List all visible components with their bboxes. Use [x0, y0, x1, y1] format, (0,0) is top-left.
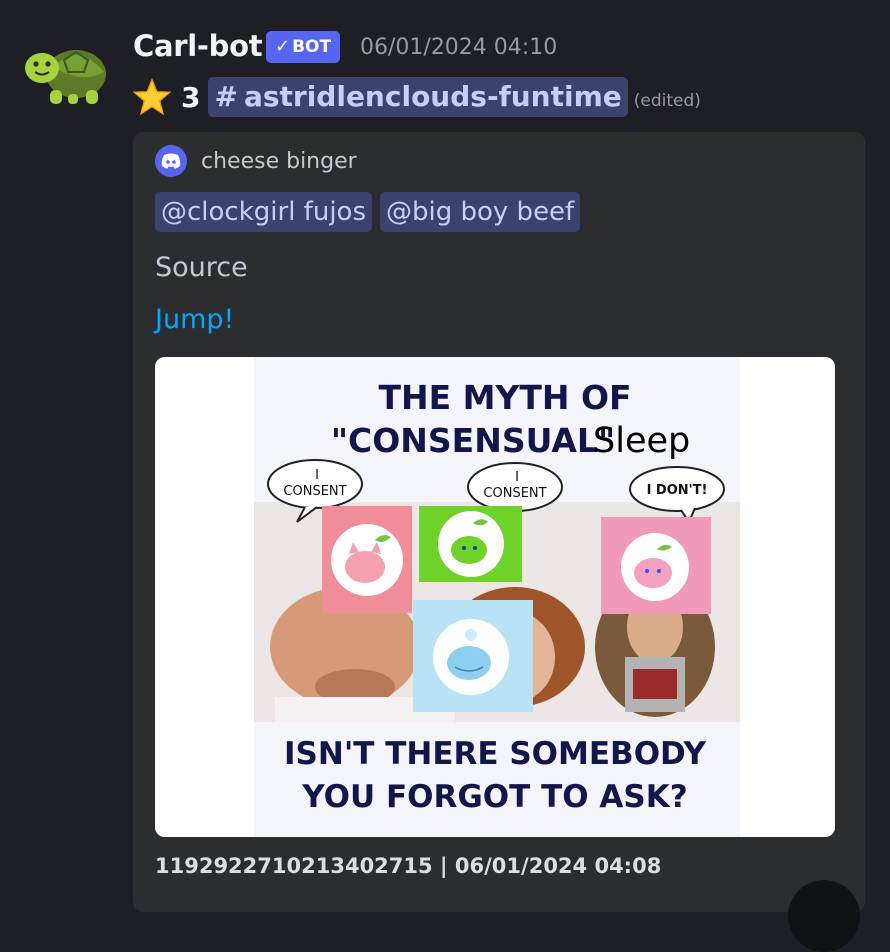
meme-title-line1: THE MYTH OF	[378, 378, 631, 417]
bubble-left-top: I	[315, 468, 319, 483]
username[interactable]: Carl-bot	[133, 29, 263, 63]
meme-graphic: THE MYTH OF "CONSENSUAL" Sleep I CONSENT	[155, 357, 835, 837]
message-timestamp[interactable]: 06/01/2024 04:10	[360, 35, 557, 60]
green-cat-sticker	[419, 506, 522, 582]
embed-author: cheese binger	[155, 145, 357, 177]
channel-name: astridlenclouds-funtime	[243, 80, 622, 113]
bubble-right: I DON'T!	[647, 483, 708, 498]
pink-cat-sticker-right	[601, 517, 711, 614]
blue-cat-sticker	[413, 600, 533, 712]
embed-footer: 1192922710213402715 | 06/01/2024 04:08	[155, 854, 662, 878]
discord-logo-icon	[155, 145, 187, 177]
bubble-left-bottom: CONSENT	[283, 484, 346, 499]
star-emoji-icon	[133, 78, 171, 116]
bubble-mid-bottom: CONSENT	[483, 486, 546, 501]
jump-to-present-button[interactable]	[788, 880, 860, 952]
meme-image[interactable]: THE MYTH OF "CONSENSUAL" Sleep I CONSENT	[155, 357, 835, 837]
user-mention-big-boy-beef[interactable]: @big boy beef	[380, 192, 581, 232]
bot-badge-label: BOT	[292, 37, 332, 57]
embed-card: cheese binger @clockgirl fujos @big boy …	[133, 132, 865, 912]
turtle-avatar[interactable]	[24, 38, 108, 108]
turtle-icon	[25, 50, 106, 104]
source-label: Source	[155, 252, 248, 283]
starboard-line: 3 # astridlenclouds-funtime (edited)	[133, 77, 701, 117]
user-mention-clockgirl[interactable]: @clockgirl fujos	[155, 192, 372, 232]
meme-caption-line1: ISN'T THERE SOMEBODY	[284, 736, 707, 772]
check-icon: ✓	[275, 36, 291, 57]
star-count: 3	[181, 80, 201, 114]
jump-link[interactable]: Jump!	[155, 304, 234, 335]
mentions-row: @clockgirl fujos @big boy beef	[155, 192, 581, 232]
meme-caption-line2: YOU FORGOT TO ASK?	[301, 779, 687, 815]
meme-title-sleep: Sleep	[593, 421, 690, 461]
hash-icon: #	[214, 80, 238, 113]
meme-title-line2: "CONSENSUAL"	[331, 421, 615, 460]
bubble-mid-top: I	[515, 470, 519, 485]
bot-badge: ✓ BOT	[266, 31, 341, 63]
channel-mention[interactable]: # astridlenclouds-funtime	[208, 77, 628, 117]
edited-label: (edited)	[633, 91, 701, 111]
embed-author-name[interactable]: cheese binger	[201, 149, 357, 174]
pink-cat-sticker-left	[322, 506, 412, 613]
